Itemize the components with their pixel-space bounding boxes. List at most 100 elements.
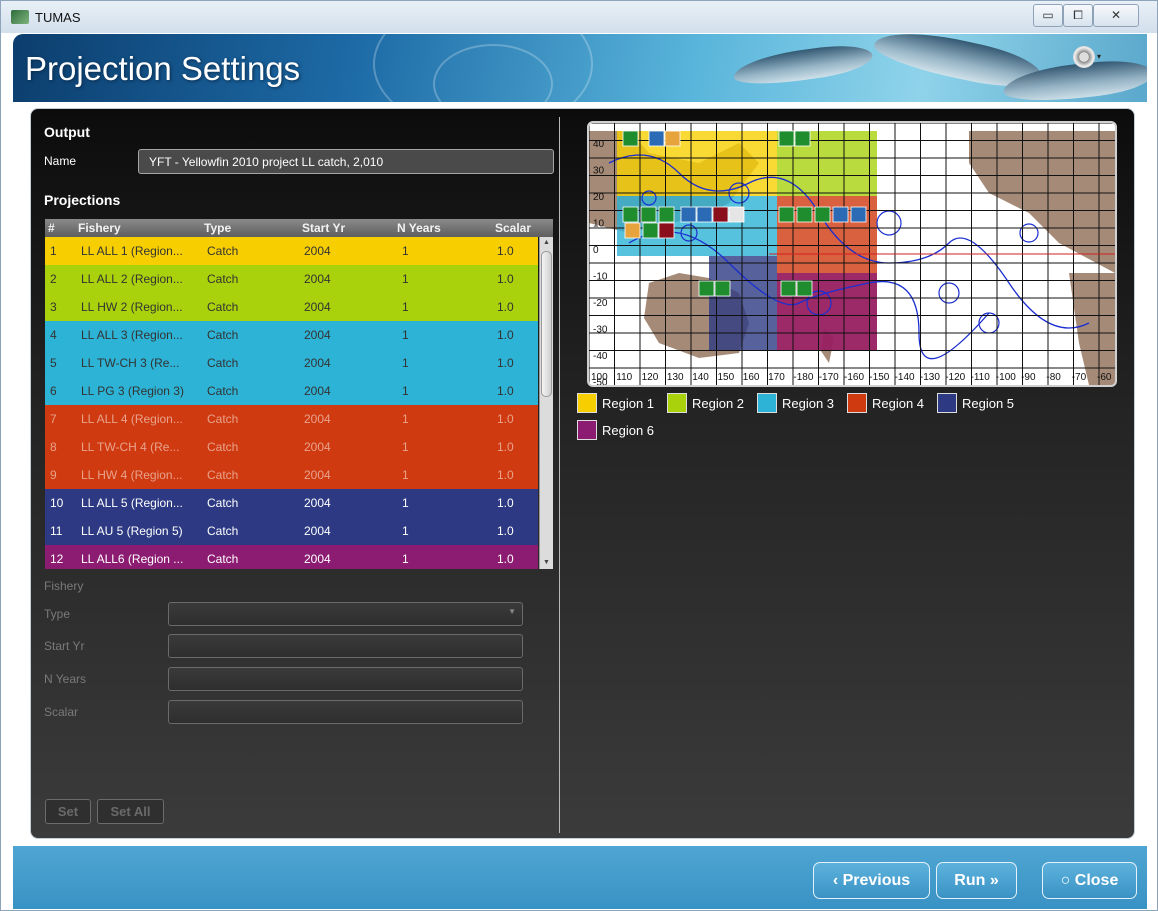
longitude-label: -180 (793, 372, 813, 383)
row-n-years: 1 (402, 496, 409, 510)
settings-menu-button[interactable]: ▾ (1073, 46, 1103, 68)
table-row[interactable]: 11 LL AU 5 (Region 5) Catch 2004 1 1.0 (45, 517, 538, 545)
map-region (617, 196, 777, 256)
fishery-marker-icon (624, 222, 641, 239)
map-canvas: 403020100-10-20-30-40-50100 110 120 130 140 1… (589, 123, 1115, 385)
table-row[interactable]: 2 LL ALL 2 (Region... Catch 2004 1 1.0 (45, 265, 538, 293)
set-button[interactable]: Set (45, 799, 91, 824)
row-type: Catch (207, 356, 239, 370)
legend-label: Region 3 (782, 396, 835, 411)
row-num: 5 (50, 356, 57, 370)
minimize-button[interactable]: ▭ (1033, 4, 1063, 27)
panel-divider (559, 117, 560, 833)
row-num: 3 (50, 300, 57, 314)
row-fishery: LL ALL 3 (Region... (81, 328, 183, 342)
column-header-fishery[interactable]: Fishery (78, 221, 121, 235)
table-row[interactable]: 4 LL ALL 3 (Region... Catch 2004 1 1.0 (45, 321, 538, 349)
row-num: 1 (50, 244, 57, 258)
fishery-marker-icon (712, 206, 729, 223)
longitude-label: 160 (743, 372, 760, 383)
column-header-scalar[interactable]: Scalar (495, 221, 531, 235)
table-row[interactable]: 3 LL HW 2 (Region... Catch 2004 1 1.0 (45, 293, 538, 321)
app-logo-icon (11, 10, 29, 24)
longitude-label: -170 (819, 372, 839, 383)
row-scalar: 1.0 (497, 244, 514, 258)
row-scalar: 1.0 (497, 272, 514, 286)
row-fishery: LL HW 2 (Region... (81, 300, 183, 314)
fishery-marker-icon (642, 222, 659, 239)
table-row[interactable]: 9 LL HW 4 (Region... Catch 2004 1 1.0 (45, 461, 538, 489)
table-row[interactable]: 5 LL TW-CH 3 (Re... Catch 2004 1 1.0 (45, 349, 538, 377)
fishery-marker-icon (640, 206, 657, 223)
legend-label: Region 5 (962, 396, 1015, 411)
gear-icon (1073, 46, 1095, 68)
column-header-n-years[interactable]: N Years (397, 221, 441, 235)
legend-swatch (577, 393, 597, 413)
row-scalar: 1.0 (497, 384, 514, 398)
table-row[interactable]: 7 LL ALL 4 (Region... Catch 2004 1 1.0 (45, 405, 538, 433)
scroll-up-icon[interactable]: ▲ (540, 237, 553, 249)
set-all-button[interactable]: Set All (97, 799, 164, 824)
table-row[interactable]: 10 LL ALL 5 (Region... Catch 2004 1 1.0 (45, 489, 538, 517)
longitude-label: 120 (642, 372, 659, 383)
close-button[interactable]: ○ Close (1042, 862, 1137, 899)
app-window: TUMAS ▭ ⧠ ✕ Projection Settings ▾ Output… (0, 0, 1158, 911)
row-num: 4 (50, 328, 57, 342)
start-yr-field[interactable] (168, 634, 523, 658)
row-fishery: LL HW 4 (Region... (81, 468, 183, 482)
scroll-thumb[interactable] (541, 251, 552, 397)
row-start-yr: 2004 (304, 412, 331, 426)
row-type: Catch (207, 384, 239, 398)
fishery-marker-icon (796, 280, 813, 297)
header-banner: Projection Settings ▾ (13, 34, 1147, 102)
maximize-button[interactable]: ⧠ (1063, 4, 1093, 27)
table-row[interactable]: 12 LL ALL6 (Region ... Catch 2004 1 1.0 (45, 545, 538, 569)
row-scalar: 1.0 (497, 356, 514, 370)
fishery-marker-icon (658, 206, 675, 223)
row-n-years: 1 (402, 524, 409, 538)
table-row[interactable]: 6 LL PG 3 (Region 3) Catch 2004 1 1.0 (45, 377, 538, 405)
column-header-num[interactable]: # (48, 221, 55, 235)
row-type: Catch (207, 496, 239, 510)
row-fishery: LL ALL 5 (Region... (81, 496, 183, 510)
row-start-yr: 2004 (304, 384, 331, 398)
row-num: 7 (50, 412, 57, 426)
longitude-label: -160 (844, 372, 864, 383)
row-type: Catch (207, 552, 239, 566)
n-years-label: N Years (44, 672, 87, 686)
longitude-label: 110 (616, 372, 632, 383)
close-window-button[interactable]: ✕ (1093, 4, 1139, 27)
row-start-yr: 2004 (304, 524, 331, 538)
table-header: # Fishery Type Start Yr N Years Scalar (45, 219, 553, 237)
fishery-marker-icon (658, 222, 675, 239)
run-button[interactable]: Run » (936, 862, 1017, 899)
table-row[interactable]: 1 LL ALL 1 (Region... Catch 2004 1 1.0 (45, 237, 538, 265)
longitude-label: -120 (945, 372, 965, 383)
projections-section-title: Projections (44, 192, 121, 208)
row-type: Catch (207, 328, 239, 342)
fishery-marker-icon (622, 206, 639, 223)
column-header-start-yr[interactable]: Start Yr (302, 221, 345, 235)
latitude-label: -10 (593, 272, 608, 283)
legend-swatch (937, 393, 957, 413)
type-select[interactable]: ▼ (168, 602, 523, 626)
scroll-down-icon[interactable]: ▼ (540, 557, 553, 569)
row-fishery: LL TW-CH 4 (Re... (81, 440, 180, 454)
previous-button[interactable]: ‹ Previous (813, 862, 930, 899)
n-years-field[interactable] (168, 667, 523, 691)
column-header-type[interactable]: Type (204, 221, 231, 235)
main-panel: Output Name YFT - Yellowfin 2010 project… (30, 108, 1135, 839)
row-fishery: LL ALL 4 (Region... (81, 412, 183, 426)
table-row[interactable]: 8 LL TW-CH 4 (Re... Catch 2004 1 1.0 (45, 433, 538, 461)
fishery-marker-icon (780, 280, 797, 297)
region-map[interactable]: 40 30 20 10 0 -10 -20 -30 -40 -50 100 110 120 130 140 1… (587, 121, 1117, 387)
latitude-label: 20 (593, 192, 605, 203)
latitude-label: 30 (593, 166, 605, 177)
latitude-label: 0 (593, 245, 599, 256)
scalar-field[interactable] (168, 700, 523, 724)
row-start-yr: 2004 (304, 552, 331, 566)
table-scrollbar[interactable]: ▲ ▼ (539, 237, 553, 569)
map-coastline (876, 210, 902, 236)
longitude-label: 170 (768, 372, 785, 383)
name-field[interactable]: YFT - Yellowfin 2010 project LL catch, 2… (138, 149, 554, 174)
